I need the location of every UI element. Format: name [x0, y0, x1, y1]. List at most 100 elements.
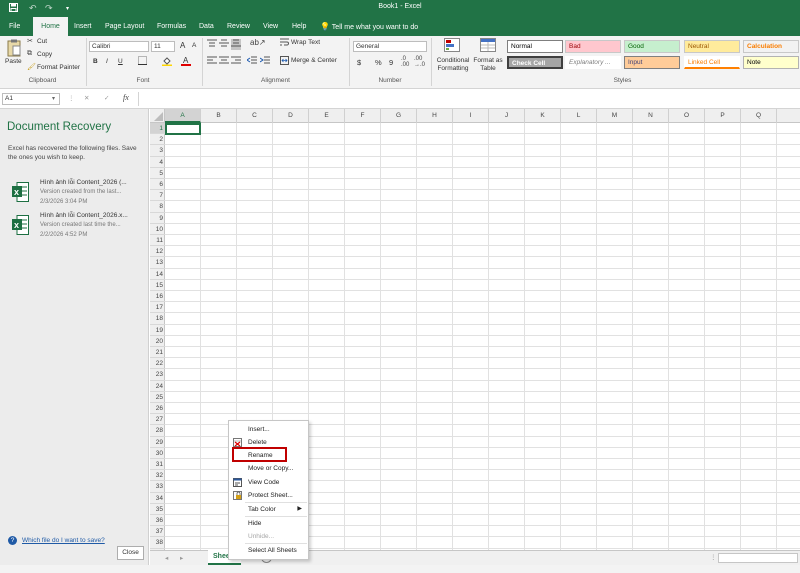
column-header-k[interactable]: K: [525, 109, 561, 123]
which-file-help-link[interactable]: Which file do I want to save?: [22, 537, 105, 544]
comma-style-button[interactable]: 9: [389, 58, 393, 67]
column-header-i[interactable]: I: [453, 109, 489, 123]
column-header-q[interactable]: Q: [741, 109, 777, 123]
style-note[interactable]: Note: [743, 56, 799, 69]
column-header-m[interactable]: M: [597, 109, 633, 123]
recovered-file-item[interactable]: x Hình ảnh lỗi Content_2026 (... Version…: [12, 179, 144, 209]
row-header-34[interactable]: 34: [150, 493, 165, 504]
row-header-16[interactable]: 16: [150, 291, 165, 303]
conditional-formatting-button[interactable]: Conditional Formatting: [434, 57, 472, 73]
tab-file[interactable]: File: [3, 17, 26, 36]
formula-input[interactable]: [138, 92, 798, 106]
paste-icon[interactable]: [7, 39, 21, 59]
row-header-32[interactable]: 32: [150, 470, 165, 482]
column-header-j[interactable]: J: [489, 109, 525, 123]
tab-data[interactable]: Data: [193, 17, 220, 36]
number-format-box[interactable]: General: [353, 41, 427, 52]
font-name-box[interactable]: Calibri: [89, 41, 149, 52]
style-calculation[interactable]: Calculation: [743, 40, 799, 53]
shrink-font-button[interactable]: A: [192, 42, 196, 49]
row-header-12[interactable]: 12: [150, 246, 165, 258]
align-middle-icon[interactable]: [219, 39, 229, 50]
scroll-sheets-right-icon[interactable]: ▸: [180, 554, 183, 562]
column-header-p[interactable]: P: [705, 109, 741, 123]
menu-item-tab-color[interactable]: Tab Color ▶: [229, 503, 308, 516]
row-header-21[interactable]: 21: [150, 347, 165, 359]
row-header-15[interactable]: 15: [150, 280, 165, 291]
menu-item-select-all-sheets[interactable]: Select All Sheets: [229, 544, 308, 557]
underline-button[interactable]: U: [118, 58, 123, 65]
column-header-e[interactable]: E: [309, 109, 345, 123]
cut-button[interactable]: Cut: [37, 38, 47, 45]
style-normal[interactable]: Normal: [507, 40, 563, 53]
column-header-h[interactable]: H: [417, 109, 453, 123]
row-header-11[interactable]: 11: [150, 235, 165, 247]
row-header-28[interactable]: 28: [150, 425, 165, 437]
row-header-20[interactable]: 20: [150, 336, 165, 347]
borders-icon[interactable]: [138, 56, 147, 67]
horizontal-scrollbar[interactable]: [718, 553, 798, 563]
cancel-entry-icon[interactable]: ✕: [84, 94, 89, 102]
row-header-7[interactable]: 7: [150, 190, 165, 202]
align-bottom-icon[interactable]: [231, 39, 241, 50]
copy-button[interactable]: Copy: [37, 51, 52, 58]
row-header-25[interactable]: 25: [150, 392, 165, 403]
menu-item-protect-sheet[interactable]: Protect Sheet...: [229, 489, 308, 502]
align-right-icon[interactable]: [231, 56, 241, 67]
merge-center-button[interactable]: Merge & Center: [291, 57, 337, 64]
row-header-14[interactable]: 14: [150, 269, 165, 280]
active-cell-a1[interactable]: [165, 123, 201, 135]
row-header-35[interactable]: 35: [150, 504, 165, 515]
wrap-text-button[interactable]: Wrap Text: [291, 39, 320, 46]
row-header-30[interactable]: 30: [150, 448, 165, 459]
font-size-box[interactable]: 11: [151, 41, 175, 52]
row-header-29[interactable]: 29: [150, 437, 165, 448]
bold-button[interactable]: B: [93, 58, 98, 65]
currency-button[interactable]: $: [357, 58, 361, 67]
column-header-b[interactable]: B: [201, 109, 237, 123]
orientation-icon[interactable]: ab↗: [250, 38, 266, 47]
column-header-f[interactable]: F: [345, 109, 381, 123]
tab-view[interactable]: View: [257, 17, 284, 36]
decrease-decimal-icon[interactable]: .00 →.0: [414, 56, 425, 68]
scroll-sheets-left-icon[interactable]: ◂: [165, 554, 168, 562]
menu-item-view-code[interactable]: View Code: [229, 476, 308, 489]
fill-color-icon[interactable]: [162, 56, 172, 68]
row-header-17[interactable]: 17: [150, 302, 165, 314]
style-check-cell[interactable]: Check Cell: [507, 56, 563, 69]
increase-decimal-icon[interactable]: .0.00: [401, 56, 409, 68]
insert-function-button[interactable]: fx: [123, 93, 129, 102]
row-header-23[interactable]: 23: [150, 369, 165, 381]
row-header-38[interactable]: 38: [150, 537, 165, 549]
tell-me-box[interactable]: 💡 Tell me what you want to do: [320, 17, 418, 37]
row-header-24[interactable]: 24: [150, 381, 165, 392]
column-header-a[interactable]: A: [165, 109, 201, 123]
increase-indent-icon[interactable]: [259, 56, 270, 67]
tab-formulas[interactable]: Formulas: [151, 17, 192, 36]
paste-button[interactable]: Paste: [5, 58, 22, 65]
italic-button[interactable]: I: [106, 58, 108, 65]
select-all-corner[interactable]: [150, 109, 165, 123]
align-center-icon[interactable]: [219, 56, 229, 67]
menu-item-insert[interactable]: Insert...: [229, 423, 308, 436]
align-left-icon[interactable]: [207, 56, 217, 67]
row-header-2[interactable]: 2: [150, 134, 165, 146]
style-neutral[interactable]: Neutral: [684, 40, 740, 53]
tab-review[interactable]: Review: [221, 17, 256, 36]
style-input[interactable]: Input: [624, 56, 680, 69]
row-header-1[interactable]: 1: [150, 123, 165, 135]
column-header-n[interactable]: N: [633, 109, 669, 123]
row-header-4[interactable]: 4: [150, 157, 165, 168]
style-good[interactable]: Good: [624, 40, 680, 53]
menu-item-move-or-copy[interactable]: Move or Copy...: [229, 462, 308, 475]
column-header-o[interactable]: O: [669, 109, 705, 123]
row-header-27[interactable]: 27: [150, 414, 165, 426]
menu-item-hide[interactable]: Hide: [229, 517, 308, 530]
column-header-l[interactable]: L: [561, 109, 597, 123]
tab-insert[interactable]: Insert: [68, 17, 98, 36]
style-linked-cell[interactable]: Linked Cell: [684, 56, 740, 69]
row-header-19[interactable]: 19: [150, 325, 165, 336]
name-box-dropdown-icon[interactable]: ▾: [52, 95, 55, 102]
row-header-3[interactable]: 3: [150, 145, 165, 157]
row-header-36[interactable]: 36: [150, 515, 165, 527]
